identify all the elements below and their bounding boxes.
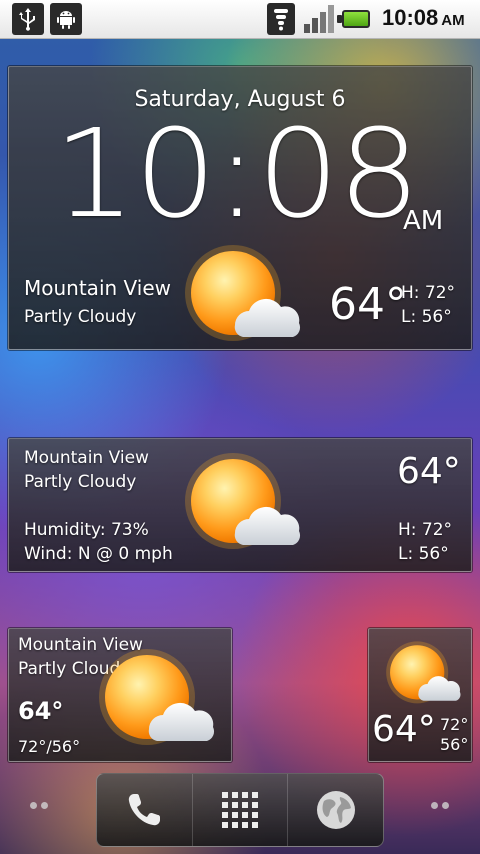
high-temp: H: 72° (398, 520, 453, 540)
status-bar: 10:08 AM (0, 0, 480, 39)
high-temp: 72° (440, 715, 469, 734)
temp-range: 72°/56° (18, 737, 81, 756)
weather-widget-wide[interactable]: Mountain View Partly Cloudy Humidity: 73… (8, 438, 472, 572)
low-temp: L: 56° (401, 307, 452, 327)
page-indicator-left[interactable] (30, 802, 48, 809)
condition-label: Partly Cloudy (24, 307, 137, 327)
current-temp: 64° (397, 451, 461, 492)
phone-button[interactable] (97, 774, 193, 846)
page-indicator-right[interactable] (431, 802, 449, 809)
current-temp: 64° (329, 279, 407, 330)
condition-label: Partly Cloudy (24, 472, 137, 492)
partly-cloudy-icon (99, 649, 215, 745)
partly-cloudy-icon (185, 245, 301, 341)
high-temp: H: 72° (401, 283, 456, 303)
city-label: Mountain View (24, 276, 171, 300)
current-temp: 64° (18, 697, 64, 725)
status-time: 10:08 (382, 5, 439, 30)
android-debug-icon (50, 3, 82, 35)
dock (96, 773, 384, 847)
humidity-label: Humidity: 73% (24, 520, 149, 540)
clock-weather-widget[interactable]: Saturday, August 6 10:08 AM Mountain Vie… (8, 66, 472, 350)
status-ampm: AM (441, 12, 465, 29)
big-clock-time: 10:08 (53, 103, 421, 245)
status-bar-clock: 10:08 AM (382, 5, 465, 31)
phone-icon (129, 794, 161, 826)
weather-widget-small[interactable]: 64° 72° 56° (368, 628, 472, 762)
usb-icon (12, 3, 44, 35)
city-label: Mountain View (24, 448, 149, 468)
signal-icon (302, 3, 336, 35)
partly-cloudy-icon (386, 641, 461, 704)
low-temp: L: 56° (398, 544, 449, 564)
big-clock-ampm: AM (403, 206, 444, 236)
current-temp: 64° (372, 709, 436, 750)
low-temp: 56° (440, 735, 469, 754)
weather-widget-medium[interactable]: Mountain View Partly Cloudy 64° 72°/56° (8, 628, 232, 762)
app-drawer-button[interactable] (193, 774, 289, 846)
wind-label: Wind: N @ 0 mph (24, 544, 173, 564)
app-drawer-icon (222, 792, 258, 828)
wifi-icon (267, 3, 295, 35)
partly-cloudy-icon (185, 453, 301, 549)
browser-globe-icon (316, 791, 355, 829)
battery-icon (342, 10, 370, 28)
browser-button[interactable] (288, 774, 383, 846)
